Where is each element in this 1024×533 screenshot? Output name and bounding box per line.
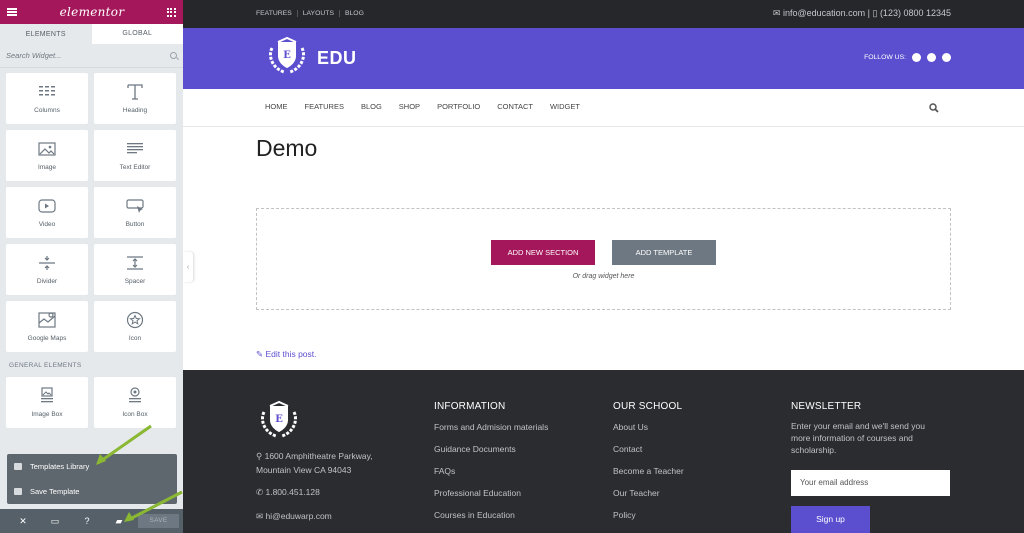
footer-column-newsletter: NEWSLETTER Enter your email and we'll se… xyxy=(791,401,941,456)
footer-link[interactable]: Contact xyxy=(613,444,684,457)
brand-bar: E EDU FOLLOW US: xyxy=(183,28,1024,89)
topnav-link[interactable]: LAYOUTS xyxy=(298,10,340,17)
site-top-bar: FEATURES LAYOUTS BLOG ✉ info@education.c… xyxy=(183,0,1024,28)
footer-link[interactable]: Policy xyxy=(613,510,684,523)
social-follow: FOLLOW US: xyxy=(864,53,951,62)
follow-label: FOLLOW US: xyxy=(864,54,906,61)
arrow-folder xyxy=(127,490,183,522)
dribbble-icon[interactable] xyxy=(942,53,951,62)
annotation-arrows xyxy=(96,424,183,522)
menu-link-shop[interactable]: SHOP xyxy=(399,102,420,111)
footer-link[interactable]: About Us xyxy=(613,422,684,435)
main-menu: HOME FEATURES BLOG SHOP PORTFOLIO CONTAC… xyxy=(265,102,597,111)
twitter-icon[interactable] xyxy=(927,53,936,62)
svg-text:E: E xyxy=(275,414,283,425)
sign-up-button[interactable]: Sign up xyxy=(791,506,870,533)
github-icon[interactable] xyxy=(912,53,921,62)
top-navigation: FEATURES LAYOUTS BLOG xyxy=(256,10,369,17)
footer-link[interactable]: FAQs xyxy=(434,466,548,479)
edu-crest-logo[interactable]: E xyxy=(256,400,302,440)
footer-email: ✉ hi@eduwarp.com xyxy=(256,511,332,522)
footer-email-text: hi@eduwarp.com xyxy=(265,511,332,521)
menu-link-widget[interactable]: WIDGET xyxy=(550,102,580,111)
topnav-link[interactable]: FEATURES xyxy=(256,10,298,17)
footer-heading: NEWSLETTER xyxy=(791,401,862,412)
edu-crest-logo[interactable]: E xyxy=(264,36,310,76)
location-pin-icon: ⚲ xyxy=(256,451,265,461)
edit-post-link[interactable]: ✎ Edit this post. xyxy=(256,349,317,360)
menu-link-portfolio[interactable]: PORTFOLIO xyxy=(437,102,480,111)
menu-link-home[interactable]: HOME xyxy=(265,102,288,111)
contact-info: ✉ info@education.com | ▯ (123) 0800 1234… xyxy=(772,8,951,18)
menu-link-contact[interactable]: CONTACT xyxy=(497,102,533,111)
brand-name: EDU xyxy=(317,48,357,68)
footer-column-information: INFORMATION Forms and Admision materials… xyxy=(434,401,548,532)
add-new-section-button[interactable]: ADD NEW SECTION xyxy=(491,240,595,265)
footer-phone: ✆ 1.800.451.128 xyxy=(256,487,320,498)
footer-link[interactable]: Our Teacher xyxy=(613,488,684,501)
topnav-link[interactable]: BLOG xyxy=(340,10,369,17)
arrow-templates-library xyxy=(97,424,152,465)
footer-link[interactable]: Professional Education xyxy=(434,488,548,501)
site-footer: E ⚲ 1600 Amphitheatre Parkway, Mountain … xyxy=(183,370,1024,533)
arrow-templates-library-head xyxy=(96,454,106,465)
footer-address: ⚲ 1600 Amphitheatre Parkway, Mountain Vi… xyxy=(256,449,396,477)
footer-heading: INFORMATION xyxy=(434,401,506,412)
menu-link-blog[interactable]: BLOG xyxy=(361,102,382,111)
svg-text:E: E xyxy=(283,50,291,61)
search-icon[interactable] xyxy=(929,103,939,113)
footer-link[interactable]: Courses in Education xyxy=(434,510,548,523)
menu-link-features[interactable]: FEATURES xyxy=(305,102,344,111)
footer-address-text: 1600 Amphitheatre Parkway, Mountain View… xyxy=(256,451,373,475)
add-section-dropzone[interactable] xyxy=(256,208,951,310)
footer-column-our-school: OUR SCHOOL About Us Contact Become a Tea… xyxy=(613,401,684,532)
page-title: Demo xyxy=(256,135,318,161)
footer-heading: OUR SCHOOL xyxy=(613,401,683,412)
newsletter-email-input[interactable]: Your email address xyxy=(791,470,950,496)
newsletter-text: Enter your email and we'll send you more… xyxy=(791,421,925,455)
edit-post-label: Edit this post. xyxy=(265,349,317,359)
footer-link[interactable]: Guidance Documents xyxy=(434,444,548,457)
add-template-button[interactable]: ADD TEMPLATE xyxy=(612,240,716,265)
footer-phone-text: 1.800.451.128 xyxy=(265,487,320,497)
drag-hint: Or drag widget here xyxy=(572,273,635,280)
footer-link[interactable]: Become a Teacher xyxy=(613,466,684,479)
footer-link[interactable]: Forms and Admision materials xyxy=(434,422,548,435)
main-navigation: HOME FEATURES BLOG SHOP PORTFOLIO CONTAC… xyxy=(183,89,1024,127)
